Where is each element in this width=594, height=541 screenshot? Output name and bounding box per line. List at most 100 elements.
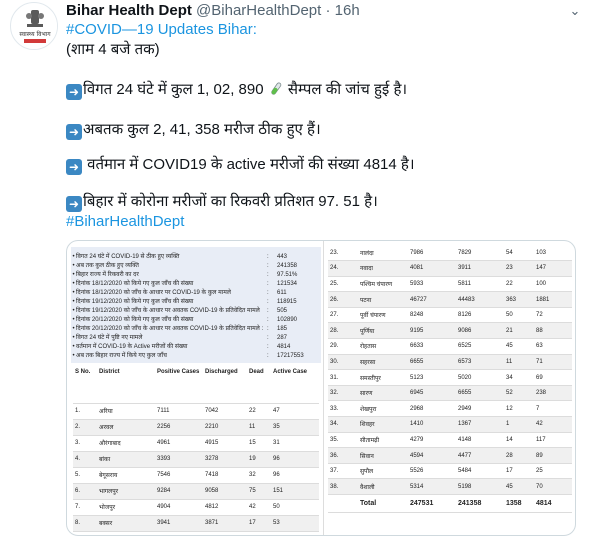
table-cell: 34. bbox=[328, 416, 358, 433]
summary-colon: : bbox=[267, 272, 269, 278]
summary-row: •विगत 24 घंटे में पुष्टि नए मामले:287 bbox=[71, 334, 287, 342]
table-cell: 103 bbox=[534, 245, 572, 262]
table-cell: भोजपुर bbox=[97, 499, 155, 516]
table-row: 24. नवादा 4081 3911 23 147 bbox=[328, 260, 572, 277]
table-cell: 26. bbox=[328, 291, 358, 308]
column-header: Active Case bbox=[271, 367, 319, 404]
table-cell: 33. bbox=[328, 400, 358, 418]
table-cell: 4904 bbox=[155, 499, 203, 516]
table-cell: पूर्णिया bbox=[358, 322, 408, 340]
table-cell: 69 bbox=[534, 369, 572, 386]
table-cell: 147 bbox=[534, 260, 572, 277]
table-cell: 8126 bbox=[456, 307, 504, 324]
summary-row: •दिनांक 20/12/2020 को जाँच के आधार पर अव… bbox=[71, 325, 287, 333]
table-cell: 15 bbox=[247, 435, 271, 452]
table-cell: 6. bbox=[73, 483, 97, 500]
table-cell: 3393 bbox=[155, 451, 203, 468]
table-row: 25. पश्चिम चंपारण 5933 5811 22 100 bbox=[328, 276, 572, 293]
table-cell: 7829 bbox=[456, 245, 504, 262]
table-cell: 5811 bbox=[456, 276, 504, 293]
table-cell: 7042 bbox=[203, 403, 247, 420]
table-cell: 2949 bbox=[456, 400, 504, 418]
tweet-paragraph-active: ➜ वर्तमान में COVID19 के active मरीजों क… bbox=[66, 155, 415, 175]
summary-row: •दिनांक 18/12/2020 को किये गए कुल जाँच क… bbox=[71, 280, 297, 288]
table-row: 6. भागलपुर 9284 9058 75 151 bbox=[73, 483, 319, 500]
table-cell: 4915 bbox=[203, 435, 247, 452]
summary-row: •दिनांक 19/12/2020 को जाँच के आधार पर अव… bbox=[71, 307, 287, 315]
table-cell: 4081 bbox=[408, 260, 456, 277]
table-cell: 45 bbox=[504, 338, 534, 355]
table-cell: 44483 bbox=[456, 291, 504, 308]
column-header: Positive Cases bbox=[155, 367, 203, 404]
table-row: 33. शेखपुरा 2968 2949 12 7 bbox=[328, 400, 572, 418]
table-cell: 5123 bbox=[408, 369, 456, 386]
summary-row: •विगत 24 घंटे में COVID-19 से ठीक हुए व्… bbox=[71, 253, 287, 261]
table-row: 34. शिवहर 1410 1367 1 42 bbox=[328, 416, 572, 433]
summary-row: •दिनांक 20/12/2020 को किये गए कुल जाँच क… bbox=[71, 316, 297, 324]
table-cell: 54 bbox=[504, 245, 534, 262]
summary-colon: : bbox=[267, 290, 269, 296]
table-cell: 6633 bbox=[408, 338, 456, 355]
table-cell: 3911 bbox=[456, 260, 504, 277]
table-cell: 238 bbox=[534, 385, 572, 402]
recovery-rate-text: बिहार में कोरोना मरीजों का रिकवरी प्रतिश… bbox=[83, 193, 378, 210]
table-cell: 3986 bbox=[155, 531, 203, 535]
table-cell: 34 bbox=[504, 369, 534, 386]
tweet-header: Bihar Health Dept @BiharHealthDept · 16h bbox=[66, 1, 360, 21]
profile-avatar[interactable]: स्वास्थ्य विभाग bbox=[10, 2, 58, 50]
table-cell: पटना bbox=[358, 291, 408, 308]
table-row: 29. रोहतास 6633 6525 45 63 bbox=[328, 338, 572, 355]
summary-value: 121534 bbox=[277, 281, 298, 287]
table-row: 23. नालंदा 7986 7829 54 103 bbox=[328, 245, 572, 262]
table-cell: 3. bbox=[73, 435, 97, 452]
timestamp[interactable]: 16h bbox=[335, 2, 360, 19]
display-name[interactable]: Bihar Health Dept bbox=[66, 2, 192, 19]
table-cell: 3941 bbox=[155, 515, 203, 532]
chevron-down-icon[interactable]: ⌄ bbox=[566, 3, 584, 19]
time-note: (शाम 4 बजे तक) bbox=[66, 41, 160, 58]
right-arrow-icon: ➜ bbox=[66, 159, 82, 175]
summary-label: अब तक बिहार राज्य में किये गए कुल जाँच bbox=[76, 353, 167, 359]
table-cell: 37. bbox=[328, 463, 358, 480]
table-cell: 35 bbox=[271, 419, 319, 436]
bihar-health-hashtag[interactable]: #BiharHealthDept bbox=[66, 212, 184, 232]
table-cell bbox=[328, 494, 358, 513]
table-cell: 1881 bbox=[534, 291, 572, 308]
table-cell: 9195 bbox=[408, 322, 456, 340]
table-cell: 38. bbox=[328, 478, 358, 495]
table-row: 3. औरंगाबाद 4961 4915 15 31 bbox=[73, 435, 319, 452]
user-handle[interactable]: @BiharHealthDept bbox=[196, 2, 321, 19]
table-cell: 14 bbox=[504, 432, 534, 449]
table-cell: 42 bbox=[247, 499, 271, 516]
column-header: Dead bbox=[247, 367, 271, 404]
table-cell: 2. bbox=[73, 419, 97, 436]
table-cell: 17 bbox=[504, 463, 534, 480]
summary-label: विगत 24 घंटे में COVID-19 से ठीक हुए व्य… bbox=[76, 254, 180, 260]
summary-colon: : bbox=[267, 344, 269, 350]
table-cell: 5020 bbox=[456, 369, 504, 386]
table-cell: 88 bbox=[534, 322, 572, 340]
table-cell: 4594 bbox=[408, 447, 456, 464]
table-cell: 151 bbox=[271, 483, 319, 500]
total-cell: 247531 bbox=[408, 494, 456, 513]
table-cell: 8. bbox=[73, 515, 97, 532]
tweet-image[interactable]: •विगत 24 घंटे में COVID-19 से ठीक हुए व्… bbox=[66, 240, 576, 536]
summary-colon: : bbox=[267, 308, 269, 314]
table-cell: 7418 bbox=[203, 467, 247, 484]
total-cell: 1358 bbox=[504, 494, 534, 513]
recovered-text: अबतक कुल 2, 41, 358 मरीज ठीक हुए हैं। bbox=[83, 121, 321, 138]
table-cell: 3278 bbox=[203, 451, 247, 468]
table-row: 1. अरिया 7111 7042 22 47 bbox=[73, 403, 319, 420]
table-cell: नवादा bbox=[358, 260, 408, 277]
table-cell: 25. bbox=[328, 276, 358, 293]
summary-label: विगत 24 घंटे में पुष्टि नए मामले bbox=[76, 335, 143, 341]
table-cell: 32. bbox=[328, 385, 358, 402]
table-cell: 35. bbox=[328, 432, 358, 449]
table-cell: 1410 bbox=[408, 416, 456, 433]
table-cell: 28. bbox=[328, 322, 358, 340]
table-cell: 22 bbox=[504, 276, 534, 293]
covid-hashtag-line[interactable]: #COVID—19 Updates Bihar: bbox=[66, 20, 257, 40]
total-cell: Total bbox=[358, 494, 408, 513]
table-cell: 4. bbox=[73, 451, 97, 468]
table-cell: 117 bbox=[534, 432, 572, 449]
